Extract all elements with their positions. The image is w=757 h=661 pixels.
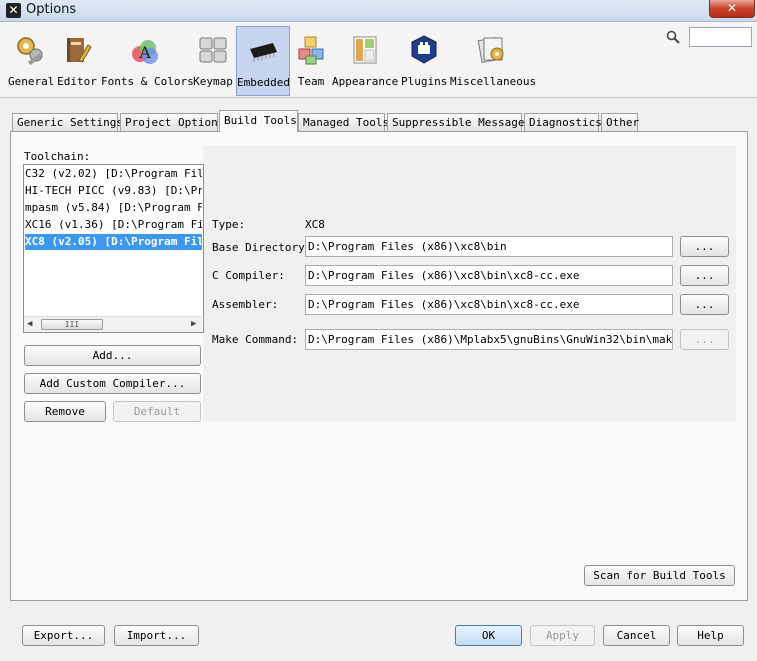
c-compiler-browse-button[interactable]: ... [680,265,729,286]
category-team[interactable]: Team [293,26,329,96]
category-editor[interactable]: Editor [56,26,98,96]
category-appearance[interactable]: Appearance [332,26,398,96]
category-label: Miscellaneous [450,75,537,88]
category-label: Editor [57,75,97,88]
category-label: Plugins [401,75,448,88]
toolchain-item[interactable]: mpasm (v5.84) [D:\Program Files (x86)\Mi… [25,200,202,216]
category-keymap[interactable]: Keymap [192,26,234,96]
import-button[interactable]: Import... [114,625,199,646]
make-command-field[interactable]: D:\Program Files (x86)\Mplabx5\gnuBins\G… [305,329,673,350]
tab-build-tools[interactable]: Build Tools [219,110,298,132]
category-miscellaneous[interactable]: Miscellaneous [450,26,537,96]
tab-generic-settings[interactable]: Generic Settings [12,113,123,131]
toolchain-horizontal-scrollbar[interactable]: ◀ III ▶ [24,316,202,332]
toolchain-label: Toolchain: [24,150,91,163]
apply-button[interactable]: Apply [530,625,595,646]
assembler-browse-button[interactable]: ... [680,294,729,315]
scan-for-build-tools-button[interactable]: Scan for Build Tools [584,565,735,586]
miscellaneous-icon [477,37,504,63]
category-label: Keymap [193,75,233,88]
search-icon [666,30,680,44]
make-command-browse-button[interactable]: ... [680,329,729,350]
type-label: Type: [212,218,246,231]
default-button[interactable]: Default [113,401,201,422]
assembler-field[interactable]: D:\Program Files (x86)\xc8\bin\xc8-cc.ex… [305,294,673,315]
general-icon [17,37,43,66]
category-toolbar: General Editor A Fonts & Colors Keymap E… [0,22,757,98]
export-button[interactable]: Export... [22,625,105,646]
close-button[interactable]: ✕ [709,0,755,18]
cancel-button[interactable]: Cancel [603,625,670,646]
category-embedded[interactable]: Embedded [236,26,290,96]
toolchain-item[interactable]: HI-TECH PICC (v9.83) [D:\Program Files (… [25,183,202,199]
add-custom-compiler-button[interactable]: Add Custom Compiler... [24,373,201,394]
team-icon [298,36,324,65]
toolchain-item[interactable]: C32 (v2.02) [D:\Program Files (x86)\Micr… [25,166,202,182]
base-directory-browse-button[interactable]: ... [680,236,729,257]
add-button[interactable]: Add... [24,345,201,366]
tab-suppressible-messages[interactable]: Suppressible Messages [387,113,531,131]
category-general[interactable]: General [8,26,55,96]
category-label: Team [297,75,325,88]
base-directory-field[interactable]: D:\Program Files (x86)\xc8\bin [305,236,673,257]
window-title: Options [26,2,77,17]
category-label: Fonts & Colors [101,75,194,88]
scroll-left-arrow-icon[interactable]: ◀ [27,319,32,329]
category-label: Appearance [332,75,399,88]
search-input[interactable] [689,27,752,47]
category-plugins[interactable]: Plugins [401,26,447,96]
app-icon: ✕ [6,3,21,18]
keymap-icon [199,37,227,63]
toolchain-item[interactable]: XC16 (v1.36) [D:\Program Files (x86)\Mic… [25,217,202,233]
plugins-icon [411,35,437,64]
assembler-label: Assembler: [212,298,279,311]
toolchain-item-selected[interactable]: XC8 (v2.05) [D:\Program Files (x86)\xc8\… [25,234,202,250]
tab-diagnostics[interactable]: Diagnostics [524,113,602,131]
category-label: General [8,75,55,88]
scroll-right-arrow-icon[interactable]: ▶ [191,319,196,329]
tab-managed-tools[interactable]: Managed Tools [298,113,389,131]
make-command-label: Make Command: [212,333,299,346]
c-compiler-label: C Compiler: [212,269,285,282]
tab-project-options[interactable]: Project Options [120,113,224,131]
scroll-thumb[interactable]: III [41,319,103,330]
category-fonts-colors[interactable]: A Fonts & Colors [101,26,194,96]
category-label: Embedded [237,76,290,89]
base-directory-label: Base Directory: [212,241,312,254]
tab-other[interactable]: Other [601,113,639,131]
svg-text:A: A [138,43,151,62]
fonts-colors-icon: A [132,40,158,64]
toolchain-list[interactable]: C32 (v2.02) [D:\Program Files (x86)\Micr… [23,164,204,333]
appearance-icon [353,36,377,64]
help-button[interactable]: Help [677,625,744,646]
ok-button[interactable]: OK [455,625,522,646]
title-bar[interactable]: ✕ Options ✕ [0,0,757,22]
type-value: XC8 [305,218,325,231]
editor-icon [67,38,92,63]
remove-button[interactable]: Remove [24,401,106,422]
embedded-icon [250,43,277,62]
c-compiler-field[interactable]: D:\Program Files (x86)\xc8\bin\xc8-cc.ex… [305,265,673,286]
